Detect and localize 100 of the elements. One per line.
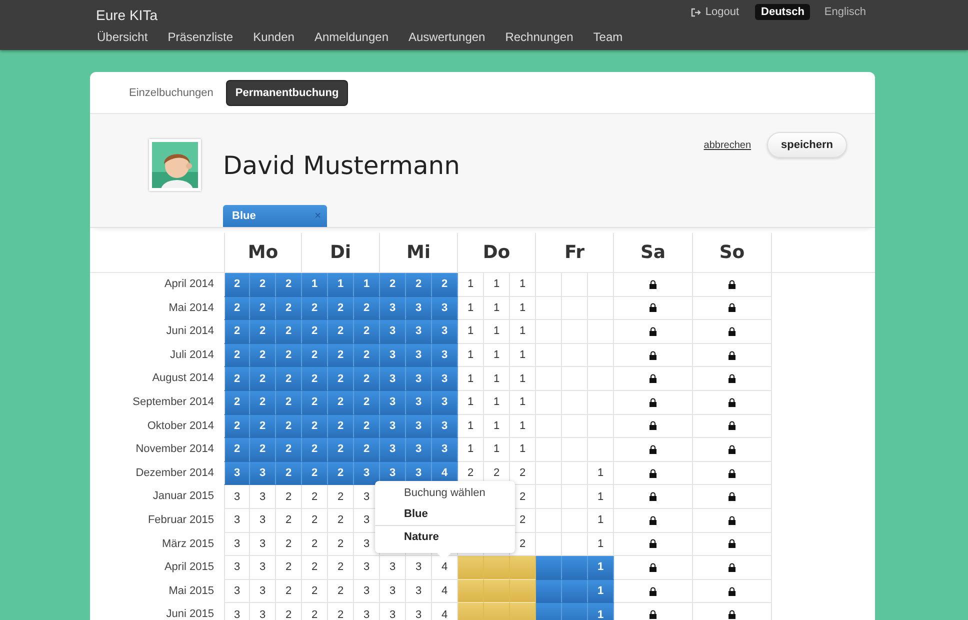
table-cell[interactable]: 2 [276,344,302,368]
table-cell[interactable]: 3 [224,462,250,486]
table-cell[interactable]: 1 [458,367,484,391]
table-cell[interactable]: 2 [354,320,380,344]
table-cell[interactable]: 3 [354,580,380,604]
table-cell[interactable] [458,580,484,604]
table-cell[interactable]: 1 [510,320,536,344]
table-cell[interactable] [536,556,562,580]
cancel-link[interactable]: abbrechen [704,140,752,150]
table-cell[interactable]: 3 [432,438,458,462]
table-cell[interactable]: 2 [276,438,302,462]
table-cell[interactable]: 2 [302,556,328,580]
table-cell[interactable]: 2 [276,320,302,344]
table-cell[interactable]: 3 [380,438,406,462]
table-cell[interactable]: 2 [250,296,276,320]
table-cell[interactable]: 2 [302,580,328,604]
table-cell[interactable]: 2 [250,320,276,344]
table-cell[interactable]: 1 [484,390,510,415]
table-cell[interactable]: 1 [458,344,484,368]
table-cell[interactable]: 1 [510,367,536,391]
table-cell[interactable]: 3 [250,556,276,580]
table-cell[interactable]: 1 [588,485,614,509]
table-cell[interactable]: 1 [458,414,484,438]
table-cell[interactable]: 4 [432,556,458,580]
table-cell[interactable] [536,580,562,604]
table-cell[interactable]: 2 [276,532,302,556]
table-cell[interactable]: 2 [302,438,328,462]
table-cell[interactable]: 2 [406,273,432,297]
table-cell[interactable]: 3 [224,508,250,533]
table-cell[interactable]: 1 [484,414,510,438]
table-cell[interactable]: 2 [302,367,328,391]
table-cell[interactable]: 2 [250,438,276,462]
table-cell[interactable]: 3 [380,414,406,438]
table-cell[interactable]: 3 [250,580,276,604]
table-cell[interactable]: 2 [328,414,354,438]
table-cell[interactable]: 2 [328,462,354,486]
table-cell[interactable]: 3 [224,603,250,620]
table-cell[interactable]: 3 [406,367,432,391]
table-cell[interactable]: 2 [328,438,354,462]
table-cell[interactable]: 2 [354,344,380,368]
table-cell[interactable]: 2 [250,273,276,297]
table-cell[interactable]: 2 [302,296,328,320]
table-cell[interactable]: 2 [302,344,328,368]
table-cell[interactable]: 2 [224,296,250,320]
table-cell[interactable]: 2 [302,462,328,486]
table-cell[interactable]: 1 [328,273,354,297]
table-cell[interactable]: 3 [250,508,276,533]
table-cell[interactable]: 2 [354,296,380,320]
table-cell[interactable]: 3 [354,556,380,580]
table-cell[interactable]: 1 [510,438,536,462]
table-cell[interactable]: 1 [484,320,510,344]
table-cell[interactable] [562,580,588,604]
table-cell[interactable]: 2 [354,367,380,391]
table-cell[interactable]: 2 [250,344,276,368]
table-cell[interactable]: 2 [224,344,250,368]
table-cell[interactable]: 2 [276,580,302,604]
table-cell[interactable]: 2 [276,390,302,415]
table-cell[interactable]: 3 [406,556,432,580]
table-cell[interactable]: 3 [380,320,406,344]
table-cell[interactable]: 3 [406,580,432,604]
table-cell[interactable]: 3 [432,414,458,438]
table-cell[interactable]: 3 [354,462,380,486]
table-cell[interactable]: 2 [328,485,354,509]
table-cell[interactable]: 2 [328,556,354,580]
table-cell[interactable]: 2 [276,485,302,509]
table-cell[interactable]: 3 [380,296,406,320]
table-cell[interactable]: 3 [250,532,276,556]
table-cell[interactable]: 1 [458,273,484,297]
table-cell[interactable] [562,556,588,580]
table-cell[interactable]: 3 [224,532,250,556]
nav-link[interactable]: Anmeldungen [314,30,388,44]
table-cell[interactable]: 3 [224,556,250,580]
table-cell[interactable]: 1 [588,580,614,604]
table-cell[interactable]: 3 [432,344,458,368]
table-cell[interactable]: 3 [406,414,432,438]
save-button[interactable]: speichern [767,132,847,158]
table-cell[interactable] [458,556,484,580]
table-cell[interactable]: 1 [510,390,536,415]
table-cell[interactable]: 3 [224,580,250,604]
nav-link[interactable]: Rechnungen [505,30,574,44]
table-cell[interactable]: 3 [250,485,276,509]
table-cell[interactable]: 2 [224,390,250,415]
language-link[interactable]: Deutsch [755,4,810,20]
nav-link[interactable]: Team [593,30,623,44]
table-cell[interactable] [510,580,536,604]
table-cell[interactable]: 3 [432,367,458,391]
table-cell[interactable] [484,603,510,620]
table-cell[interactable]: 1 [510,273,536,297]
table-cell[interactable]: 2 [302,532,328,556]
table-cell[interactable]: 2 [302,320,328,344]
table-cell[interactable]: 3 [380,390,406,415]
table-cell[interactable]: 2 [354,438,380,462]
table-cell[interactable] [562,603,588,620]
language-link[interactable]: Englisch [818,4,872,20]
table-cell[interactable]: 2 [380,273,406,297]
table-cell[interactable]: 3 [406,296,432,320]
booking-tab[interactable]: Blue × [223,205,327,227]
table-cell[interactable]: 2 [328,296,354,320]
table-cell[interactable] [484,580,510,604]
table-cell[interactable] [510,556,536,580]
